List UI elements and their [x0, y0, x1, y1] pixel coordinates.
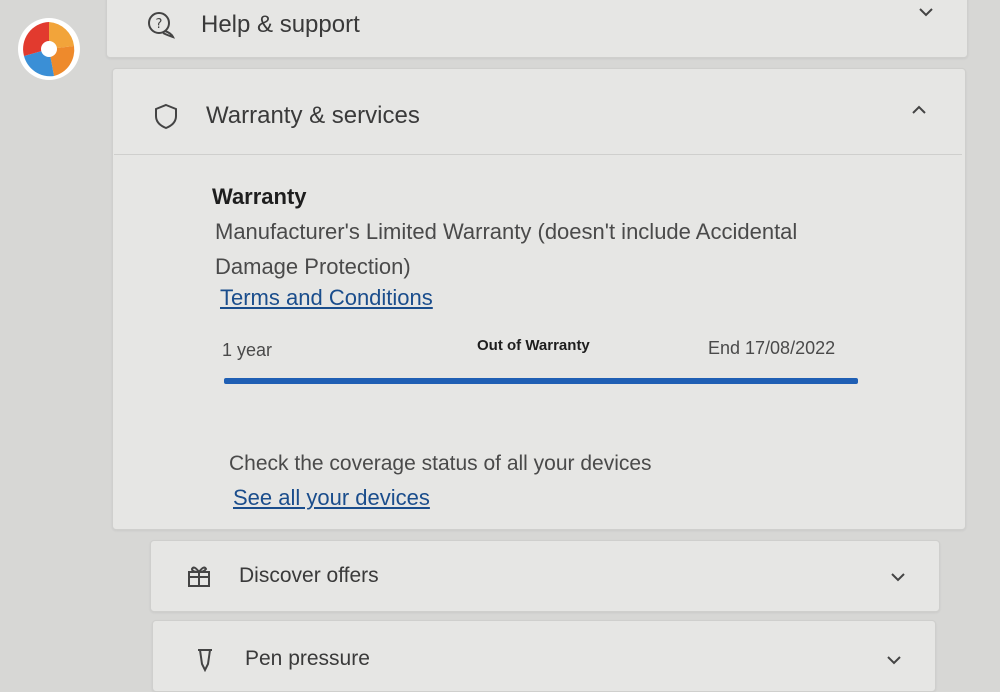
warranty-end-date: End 17/08/2022: [708, 338, 836, 358]
shield-icon: [152, 102, 180, 130]
section-divider: [114, 154, 962, 155]
warranty-description: Manufacturer's Limited Warranty (doesn't…: [215, 219, 798, 279]
discover-offers-card[interactable]: Discover offers: [150, 540, 940, 612]
help-support-label: Help & support: [201, 11, 360, 38]
chevron-down-icon[interactable]: [883, 649, 905, 671]
pen-icon: [191, 645, 219, 673]
pen-pressure-label: Pen pressure: [245, 647, 370, 670]
warranty-title: Warranty: [212, 184, 307, 209]
warranty-duration: 1 year: [222, 340, 273, 360]
warranty-progress-fill: [224, 378, 858, 384]
help-icon: ?: [147, 11, 175, 39]
warranty-services-label: Warranty & services: [206, 102, 420, 129]
see-all-devices-link[interactable]: See all your devices: [233, 485, 430, 511]
svg-text:?: ?: [156, 17, 163, 32]
terms-conditions-link[interactable]: Terms and Conditions: [220, 285, 433, 311]
coverage-text: Check the coverage status of all your de…: [229, 452, 652, 475]
chevron-down-icon[interactable]: [887, 566, 909, 588]
help-support-card[interactable]: ? Help & support: [106, 0, 968, 58]
gift-icon: [185, 562, 213, 590]
app-logo: [18, 18, 80, 80]
warranty-services-header[interactable]: Warranty & services: [152, 102, 420, 130]
chevron-down-icon[interactable]: [915, 1, 937, 23]
chevron-up-icon[interactable]: [908, 99, 930, 121]
warranty-progress-bar: [224, 378, 858, 384]
discover-offers-label: Discover offers: [239, 564, 379, 587]
pen-pressure-card[interactable]: Pen pressure: [152, 620, 936, 692]
warranty-status: Out of Warranty: [477, 337, 590, 354]
